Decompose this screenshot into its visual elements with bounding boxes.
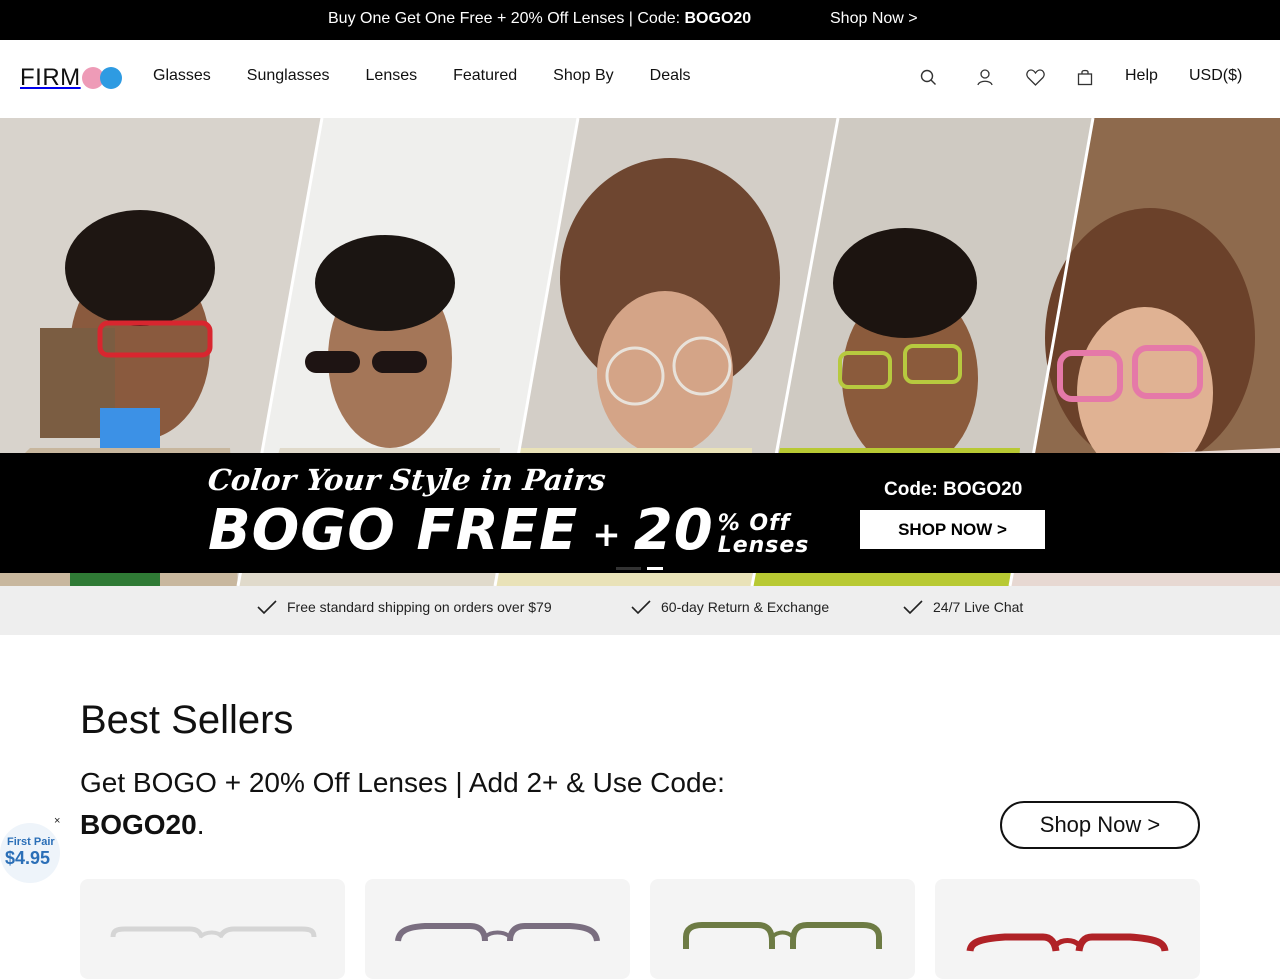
check-icon: [631, 600, 651, 615]
perk-returns-text: 60-day Return & Exchange: [661, 599, 830, 615]
nav-deals[interactable]: Deals: [650, 67, 691, 85]
heart-icon[interactable]: [1025, 67, 1045, 87]
product-card[interactable]: [80, 879, 345, 979]
best-sellers-code: BOGO20: [80, 809, 197, 840]
logo-circles-icon: [81, 66, 126, 90]
best-sellers-subtitle-text: Get BOGO + 20% Off Lenses | Add 2+ & Use…: [80, 767, 725, 798]
hero-number: 20: [633, 498, 714, 563]
product-card[interactable]: [935, 879, 1200, 979]
perk-chat-text: 24/7 Live Chat: [933, 599, 1024, 615]
nav-lenses[interactable]: Lenses: [366, 67, 418, 85]
carousel-dot-1[interactable]: [616, 567, 641, 570]
carousel-dot-2[interactable]: [647, 567, 663, 570]
nav-shop-by[interactable]: Shop By: [553, 67, 613, 85]
hero-carousel[interactable]: Color Your Style in Pairs BOGO FREE + 20…: [0, 118, 1280, 586]
promo-code: BOGO20: [684, 10, 752, 27]
logo-text: FIRM: [20, 64, 81, 91]
best-sellers-subtitle: Get BOGO + 20% Off Lenses | Add 2+ & Use…: [80, 762, 840, 846]
nav-sunglasses[interactable]: Sunglasses: [247, 67, 330, 85]
product-image: [110, 926, 317, 939]
hero-code: Code: BOGO20: [884, 479, 1023, 500]
hero-bogo-text: BOGO FREE: [208, 498, 579, 563]
product-image: [683, 922, 882, 949]
perk-returns: 60-day Return & Exchange: [631, 599, 829, 615]
best-sellers-period: .: [196, 809, 205, 840]
hero-off-top: % Off: [717, 511, 791, 536]
promo-shop-now-link[interactable]: Shop Now >: [830, 10, 918, 28]
currency-selector[interactable]: USD($): [1189, 67, 1242, 85]
first-pair-price: $4.95: [5, 848, 51, 868]
best-sellers-title: Best Sellers: [80, 698, 294, 742]
product-image: [966, 933, 1169, 952]
check-icon: [257, 600, 277, 615]
hero-headline: BOGO FREE + 20 % Off Lenses: [208, 498, 809, 563]
account-icon[interactable]: [975, 67, 995, 87]
promo-bar: Buy One Get One Free + 20% Off Lenses | …: [0, 0, 1280, 40]
perks-bar: Free standard shipping on orders over $7…: [0, 586, 1280, 635]
best-sellers-shop-now-button[interactable]: Shop Now >: [1000, 801, 1200, 849]
hero-shop-now-button[interactable]: SHOP NOW >: [860, 510, 1045, 549]
first-pair-badge[interactable]: × First Pair $4.95: [0, 815, 62, 883]
nav-glasses[interactable]: Glasses: [153, 67, 211, 85]
hero-off-lenses: % Off Lenses: [718, 513, 810, 557]
help-link[interactable]: Help: [1125, 67, 1158, 85]
hero-off-bottom: Lenses: [717, 533, 810, 558]
carousel-dots: [616, 567, 663, 570]
perk-shipping-text: Free standard shipping on orders over $7…: [287, 599, 552, 615]
close-icon[interactable]: ×: [54, 815, 60, 827]
hero-script-text: Color Your Style in Pairs: [206, 463, 608, 497]
logo[interactable]: FIRM: [20, 63, 126, 93]
main-nav: Glasses Sunglasses Lenses Featured Shop …: [153, 67, 727, 85]
site-header: FIRM Glasses Sunglasses Lenses Featured …: [0, 40, 1280, 118]
product-image: [395, 923, 600, 942]
product-grid: [80, 879, 1200, 979]
perk-shipping: Free standard shipping on orders over $7…: [257, 599, 552, 615]
bag-icon[interactable]: [1075, 67, 1095, 87]
search-icon[interactable]: [918, 67, 938, 87]
check-icon: [903, 600, 923, 615]
hero-plus: +: [592, 515, 622, 555]
header-tools: [918, 64, 1095, 90]
first-pair-label: First Pair: [7, 836, 55, 848]
product-card[interactable]: [650, 879, 915, 979]
product-card[interactable]: [365, 879, 630, 979]
nav-featured[interactable]: Featured: [453, 67, 517, 85]
perk-chat: 24/7 Live Chat: [903, 599, 1023, 615]
hero-banner: Color Your Style in Pairs BOGO FREE + 20…: [0, 453, 1280, 573]
promo-message: Buy One Get One Free + 20% Off Lenses | …: [328, 10, 685, 27]
promo-text: Buy One Get One Free + 20% Off Lenses | …: [328, 10, 751, 28]
